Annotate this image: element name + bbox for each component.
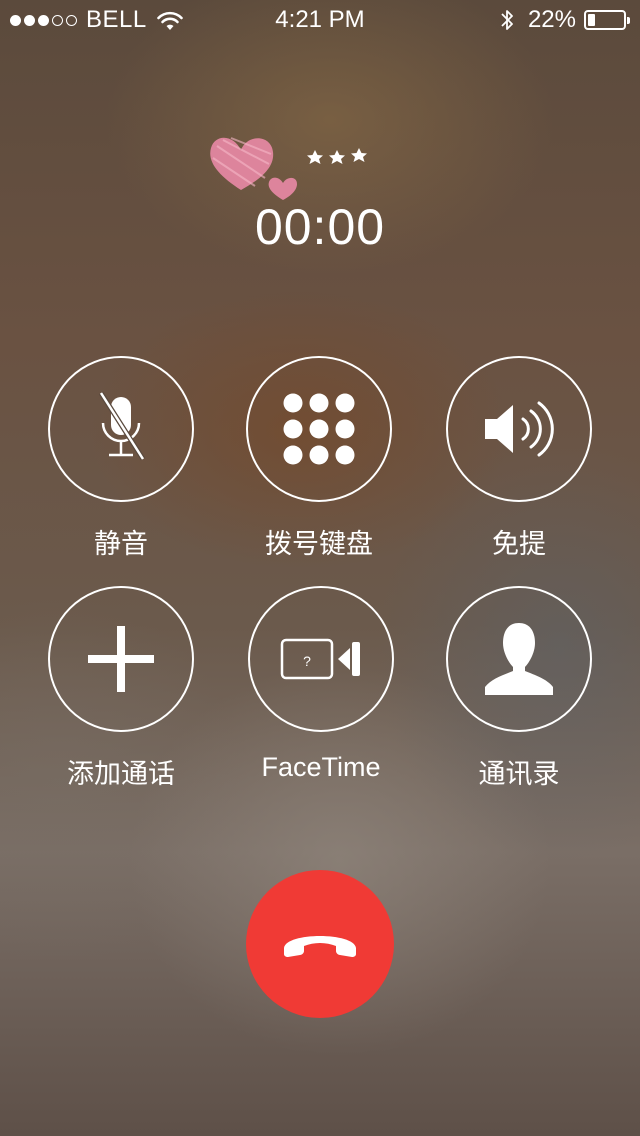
mute-button[interactable] xyxy=(48,356,194,502)
call-duration: 00:00 xyxy=(254,199,386,255)
add-call-label: 添加通话 xyxy=(67,759,175,789)
person-silhouette-icon xyxy=(485,623,553,695)
status-bar: BELL 4:21 PM 22% xyxy=(0,0,640,40)
keypad-button[interactable] xyxy=(246,356,392,502)
bluetooth-icon xyxy=(501,10,513,30)
muted-microphone-icon xyxy=(98,391,146,461)
facetime-label: FaceTime xyxy=(261,752,381,782)
battery-icon xyxy=(584,10,630,30)
caller-heart-stars-image xyxy=(210,137,367,200)
phone-hangup-icon xyxy=(284,936,356,957)
plus-icon xyxy=(88,626,154,692)
facetime-button[interactable]: ? xyxy=(248,586,394,732)
keypad-label: 拨号键盘 xyxy=(265,529,373,559)
contacts-button[interactable] xyxy=(446,586,592,732)
speaker-button[interactable] xyxy=(446,356,592,502)
contacts-label: 通讯录 xyxy=(478,759,560,789)
battery-fill xyxy=(588,14,595,26)
battery-group: 22% xyxy=(500,6,630,34)
add-call-button[interactable] xyxy=(48,586,194,732)
speaker-icon xyxy=(485,401,554,457)
speaker-label: 免提 xyxy=(492,529,546,559)
video-camera-icon: ? xyxy=(280,638,360,680)
keypad-icon xyxy=(283,393,355,465)
battery-percent: 22% xyxy=(527,6,576,33)
svg-text:?: ? xyxy=(303,653,311,669)
end-call-button[interactable] xyxy=(246,870,394,1018)
mute-label: 静音 xyxy=(94,529,148,559)
